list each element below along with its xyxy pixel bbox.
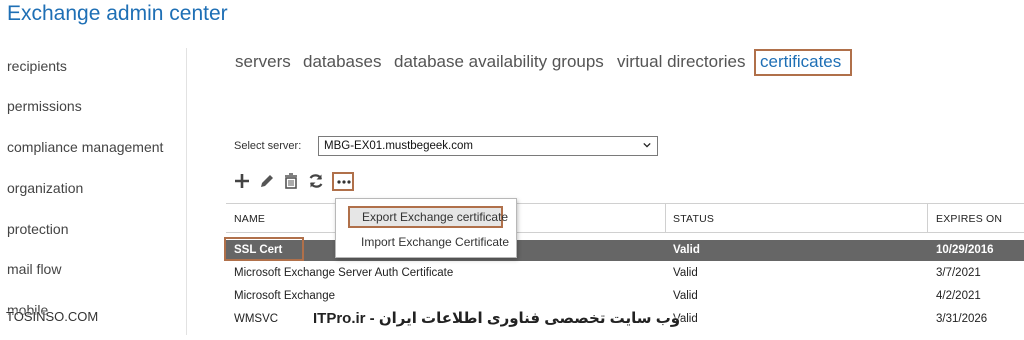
cell-status: Valid <box>673 290 698 302</box>
edit-icon[interactable] <box>258 172 276 190</box>
column-header-status[interactable]: STATUS <box>673 213 714 225</box>
more-actions-menu: Export Exchange certificate Import Excha… <box>335 198 517 258</box>
sidebar-divider <box>186 48 187 335</box>
cell-expires-on: 3/31/2026 <box>936 313 988 325</box>
cell-name: WMSVC <box>234 313 279 325</box>
more-button-highlight <box>332 172 354 191</box>
sidebar-item-recipients[interactable]: recipients <box>7 58 67 74</box>
column-header-expires-on[interactable]: EXPIRES ON <box>936 213 1002 225</box>
tab-virtual-directories[interactable]: virtual directories <box>617 52 746 72</box>
table-row[interactable]: Microsoft Exchange Valid 4/2/2021 <box>226 286 1024 307</box>
cell-expires-on: 10/29/2016 <box>936 244 994 256</box>
cell-status: Valid <box>673 267 698 279</box>
server-select-value: MBG-EX01.mustbegeek.com <box>324 140 473 152</box>
sidebar-item-mail-flow[interactable]: mail flow <box>7 261 61 277</box>
chevron-down-icon <box>643 142 651 148</box>
refresh-icon[interactable] <box>307 172 325 190</box>
cell-name: Microsoft Exchange <box>234 290 335 302</box>
cell-name: Microsoft Exchange Server Auth Certifica… <box>234 267 454 279</box>
cell-expires-on: 4/2/2021 <box>936 290 981 302</box>
sidebar-item-protection[interactable]: protection <box>7 221 68 237</box>
add-icon[interactable] <box>233 172 251 190</box>
tab-certificates-highlight <box>754 49 852 76</box>
sidebar: recipients permissions compliance manage… <box>0 50 186 340</box>
tab-databases[interactable]: databases <box>303 52 381 72</box>
tab-servers[interactable]: servers <box>235 52 291 72</box>
menu-item-import-certificate[interactable]: Import Exchange Certificate <box>361 235 509 249</box>
cell-status: Valid <box>673 244 700 256</box>
menu-item-export-certificate[interactable]: Export Exchange certificate <box>348 206 508 228</box>
select-server-label: Select server: <box>234 140 302 152</box>
column-divider <box>927 204 928 232</box>
server-select[interactable]: MBG-EX01.mustbegeek.com <box>318 136 658 156</box>
tab-database-availability-groups[interactable]: database availability groups <box>394 52 604 72</box>
watermark-left: TOSINSO.COM <box>6 309 99 324</box>
cell-expires-on: 3/7/2021 <box>936 267 981 279</box>
sidebar-item-permissions[interactable]: permissions <box>7 98 82 114</box>
selected-row-highlight <box>224 237 304 261</box>
sidebar-item-organization[interactable]: organization <box>7 180 83 196</box>
app-title: Exchange admin center <box>7 2 228 25</box>
column-divider <box>665 204 666 232</box>
column-header-name[interactable]: NAME <box>234 213 265 225</box>
delete-icon[interactable] <box>282 172 300 190</box>
sidebar-item-compliance-management[interactable]: compliance management <box>7 139 163 155</box>
watermark-right: ITPro.ir - وب سایت تخصصی فناوری اطلاعات … <box>313 310 681 327</box>
table-row[interactable]: Microsoft Exchange Server Auth Certifica… <box>226 263 1024 284</box>
